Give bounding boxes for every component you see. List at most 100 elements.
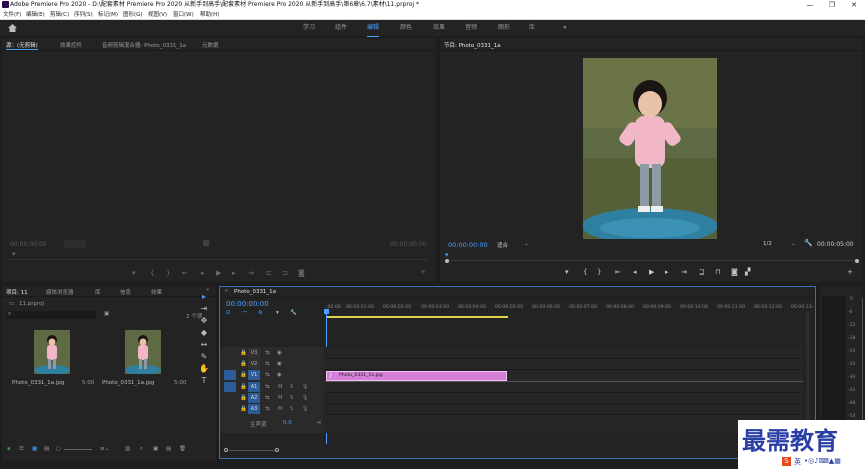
timeline-zoom-scrollbar[interactable] [224, 447, 280, 453]
type-tool-icon[interactable]: T [198, 376, 210, 385]
workspace-editing[interactable]: 编辑 [367, 20, 380, 37]
new-bin-bottom-icon[interactable]: ▣ [153, 446, 158, 452]
mark-in-icon[interactable]: { [150, 269, 154, 277]
eye-icon[interactable]: ◉ [277, 372, 282, 378]
menu-file[interactable]: 文件(F) [3, 10, 21, 20]
menu-clip[interactable]: 剪辑(C) [50, 10, 69, 20]
project-thumbnail-2[interactable] [125, 330, 161, 375]
step-forward-icon[interactable]: ▸ [232, 269, 236, 277]
menu-sequence[interactable]: 序列(S) [74, 10, 93, 20]
add-marker-icon[interactable]: ▾ [132, 269, 136, 277]
program-zoom-handle-right[interactable] [855, 259, 859, 263]
tracks-area[interactable]: ƒ Photo_0331_1a.jpg [325, 347, 803, 433]
export-frame-icon[interactable]: ◙ [731, 268, 738, 276]
slip-tool-icon[interactable]: ↔ [198, 340, 210, 349]
clear-icon[interactable]: 🗑 [179, 446, 186, 452]
workspace-assembly[interactable]: 组件 [335, 20, 347, 36]
maximize-button[interactable]: ❐ [822, 0, 842, 10]
menu-markers[interactable]: 标记(M) [98, 10, 118, 20]
solo-button[interactable]: S [290, 395, 293, 401]
menu-graphics[interactable]: 图形(G) [123, 10, 143, 20]
track-label-v1[interactable]: V1 [248, 370, 260, 380]
tab-project[interactable]: 项目: 11 [6, 288, 28, 296]
lock-icon[interactable]: 🔒 [240, 350, 247, 356]
workspace-color[interactable]: 颜色 [400, 20, 412, 36]
play-icon[interactable]: ▶ [216, 269, 221, 277]
lock-icon[interactable]: 🔒 [240, 372, 247, 378]
project-search-input[interactable] [6, 311, 96, 319]
mute-button[interactable]: M [278, 395, 282, 401]
lock-icon[interactable]: 🔒 [240, 406, 247, 412]
sort-icon[interactable]: ≡⌄ [100, 446, 109, 452]
track-label-v3[interactable]: V3 [248, 348, 260, 358]
icon-view-icon[interactable]: ▦ [32, 446, 37, 452]
go-to-out-icon[interactable]: ⇥ [248, 269, 254, 277]
program-zoom-handle-left[interactable] [445, 259, 449, 263]
automate-to-sequence-icon[interactable]: ▥ [125, 446, 130, 452]
tab-sequence[interactable]: Photo_0331_1a [234, 289, 276, 295]
hand-tool-icon[interactable]: ✋ [198, 364, 210, 373]
eye-icon[interactable]: ◉ [277, 350, 282, 356]
menu-view[interactable]: 视图(V) [148, 10, 167, 20]
mute-button[interactable]: M [278, 384, 282, 390]
master-volume-value[interactable]: 0.0 [283, 420, 292, 426]
playhead-handle[interactable] [324, 309, 329, 314]
track-label-a1[interactable]: A1 [248, 382, 260, 392]
ime-logo-icon[interactable]: S [782, 457, 791, 466]
solo-button[interactable]: S [290, 384, 293, 390]
go-to-out-icon[interactable]: ⇥ [681, 268, 687, 276]
pen-tool-icon[interactable]: ✎ [198, 352, 210, 361]
source-fit-dropdown[interactable] [64, 240, 86, 248]
step-back-icon[interactable]: ◂ [200, 269, 204, 277]
sync-lock-icon[interactable]: ⇆ [265, 361, 270, 367]
lock-icon[interactable]: 🔒 [240, 361, 247, 367]
program-timecode[interactable]: 00:00:00:00 [448, 241, 488, 249]
workspace-effects[interactable]: 效果 [433, 20, 445, 36]
voice-over-icon[interactable]: 🎙 [302, 406, 308, 412]
tab-audio-clip-mixer[interactable]: 音频剪辑混合器: Photo_0331_1a [102, 41, 186, 49]
workspace-audio[interactable]: 音频 [465, 20, 477, 36]
tab-metadata[interactable]: 元数据 [202, 41, 219, 49]
timeline-timecode[interactable]: 00:00:00:00 [226, 300, 269, 308]
mark-out-icon[interactable]: } [166, 269, 170, 277]
voice-over-icon[interactable]: 🎙 [302, 384, 308, 390]
add-marker-icon[interactable]: ▾ [565, 268, 569, 276]
tab-program[interactable]: 节目: Photo_0331_1a [444, 41, 501, 49]
eye-icon[interactable]: ◉ [277, 361, 282, 367]
zoom-slider-icon[interactable]: ○ [56, 446, 61, 452]
menu-edit[interactable]: 编辑(E) [26, 10, 45, 20]
mute-button[interactable]: M [278, 406, 282, 412]
ime-toolbar-icons[interactable]: •◎♪⌨▲▦ [804, 457, 841, 465]
tab-media-browser[interactable]: 媒体浏览器 [46, 288, 74, 296]
freeform-view-icon[interactable]: ▤ [44, 446, 49, 452]
source-settings-icon[interactable]: ▥ [203, 239, 210, 247]
overwrite-icon[interactable]: ⊐ [282, 269, 288, 277]
source-patch-a1[interactable] [224, 382, 236, 392]
program-resolution-dropdown[interactable]: 1/2 [763, 241, 772, 247]
project-thumbnail-1[interactable] [34, 330, 70, 375]
export-frame-icon[interactable]: ◙ [298, 269, 305, 277]
menu-window[interactable]: 窗口(W) [173, 10, 194, 20]
find-icon[interactable]: ⌕ [140, 446, 143, 453]
tab-source[interactable]: 源：(无剪辑) [6, 41, 38, 50]
video-clip[interactable]: ƒ Photo_0331_1a.jpg [326, 371, 507, 381]
step-back-icon[interactable]: ◂ [633, 268, 637, 276]
step-forward-icon[interactable]: ▸ [665, 268, 669, 276]
sync-lock-icon[interactable]: ⇆ [265, 395, 270, 401]
lift-icon[interactable]: ⊒ [699, 268, 705, 276]
new-item-icon[interactable]: ▤ [166, 446, 171, 452]
snap-icon[interactable]: ⌒ [242, 310, 248, 318]
menu-help[interactable]: 帮助(H) [200, 10, 219, 20]
program-settings-icon[interactable]: 🔧 [804, 239, 813, 247]
sync-lock-icon[interactable]: ⇆ [265, 406, 270, 412]
workspace-overflow-button[interactable]: » [563, 20, 567, 36]
track-label-v2[interactable]: V2 [248, 359, 260, 369]
mark-in-icon[interactable]: { [583, 268, 587, 276]
sync-lock-icon[interactable]: ⇆ [265, 384, 270, 390]
tab-libraries[interactable]: 库 [95, 288, 101, 296]
track-select-tool-icon[interactable]: ⇥ [198, 304, 210, 313]
track-label-a2[interactable]: A2 [248, 393, 260, 403]
extract-icon[interactable]: ⊓ [715, 268, 720, 276]
play-icon[interactable]: ▶ [649, 268, 654, 276]
list-view-icon[interactable]: ☰ [19, 446, 24, 452]
